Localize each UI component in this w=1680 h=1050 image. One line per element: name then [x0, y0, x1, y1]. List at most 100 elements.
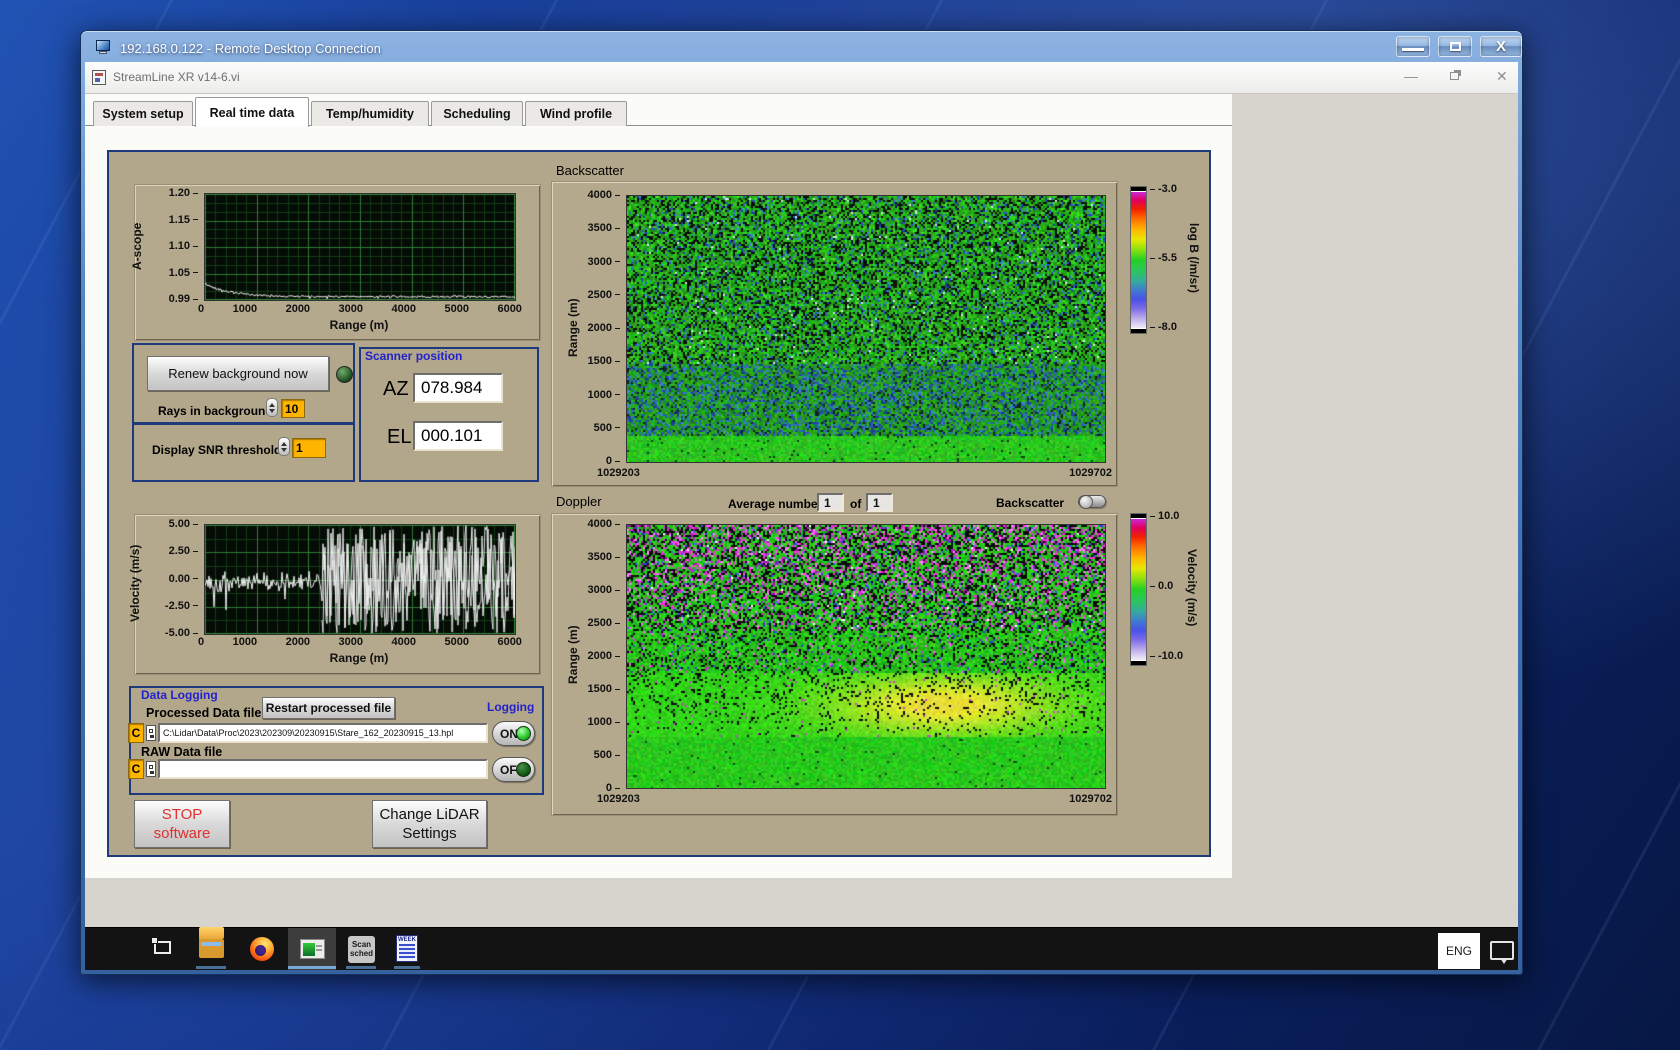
scanner-position-box	[359, 347, 539, 482]
ascope-x-axis-title: Range (m)	[329, 318, 389, 332]
processed-path-field[interactable]: C:\Lidar\Data\Proc\2023\202309\20230915\…	[158, 723, 488, 743]
rdp-close-button[interactable]: X	[1480, 36, 1522, 57]
ascope-y-axis-title: A-scope	[130, 222, 144, 270]
tick-label: -10.0	[1150, 650, 1183, 662]
tick-label: 3000	[338, 636, 364, 648]
doppler-title: Doppler	[556, 494, 602, 509]
stop-software-button[interactable]: STOP software	[134, 800, 230, 848]
doppler-x-end: 1029702	[1069, 793, 1112, 805]
tick-label: 4000	[588, 518, 620, 530]
file-explorer-running-indicator	[196, 966, 226, 969]
average-number-field[interactable]: 1	[817, 493, 844, 512]
action-center-icon[interactable]	[1490, 941, 1514, 964]
tick-label: 2000	[285, 303, 311, 315]
rdp-maximize-button[interactable]	[1438, 36, 1472, 57]
close-icon: X	[1495, 38, 1506, 55]
week-document-running-indicator	[394, 966, 420, 969]
raw-path-type-icon[interactable]	[146, 761, 156, 777]
snr-threshold-label: Display SNR threshold	[152, 443, 282, 457]
tick-label: 2500	[588, 289, 620, 301]
raw-path-field[interactable]	[158, 759, 488, 779]
rdp-window-title: 192.168.0.122 - Remote Desktop Connectio…	[120, 41, 381, 56]
backscatter-colorbar-title: log B (/m/sr)	[1187, 222, 1201, 293]
stop-line1: STOP	[161, 806, 203, 823]
labview-vi-icon	[92, 70, 106, 85]
language-indicator[interactable]: ENG	[1438, 933, 1480, 969]
processed-path-type-icon[interactable]	[146, 725, 156, 741]
doppler-heatmap-canvas	[626, 524, 1106, 789]
streamline-running-indicator	[288, 966, 336, 969]
doppler-colorbar-title: Velocity (m/s)	[1185, 549, 1199, 627]
tick-label: 2000	[285, 636, 311, 648]
ascope-x-axis: 0 1000 2000 3000 4000 5000 6000	[198, 303, 522, 315]
rays-in-background-label: Rays in background	[158, 404, 273, 418]
scan-scheduler-running-indicator	[346, 966, 376, 969]
backscatter-x-end: 1029702	[1069, 467, 1112, 479]
tick-label: 5000	[444, 303, 469, 315]
tick-label: 1000	[232, 636, 258, 648]
tick-label: 0.00	[169, 573, 198, 585]
backscatter-x-axis: 1029203 1029702	[597, 467, 1112, 479]
processed-logging-switch[interactable]: ON	[492, 721, 535, 746]
backscatter-heatmap-canvas	[626, 195, 1106, 463]
scan-scheduler-icon[interactable]: Scan sched	[348, 936, 375, 963]
snr-value-field[interactable]: 1	[292, 438, 326, 458]
firefox-icon[interactable]	[250, 937, 274, 961]
velocity-y-axis-title: Velocity (m/s)	[128, 544, 142, 622]
tick-label: 2000	[588, 650, 620, 662]
app-minimize-button[interactable]: —	[1404, 69, 1418, 83]
velocity-x-axis-title: Range (m)	[329, 651, 389, 665]
restart-processed-file-button[interactable]: Restart processed file	[262, 697, 395, 719]
snr-spinner[interactable]	[278, 437, 290, 456]
tick-label: 500	[594, 749, 620, 761]
tick-label: 1500	[588, 683, 620, 695]
app-titlebar	[85, 62, 1518, 94]
tick-label: 0	[198, 303, 205, 315]
rdp-minimize-button[interactable]	[1396, 36, 1430, 57]
backscatter-title: Backscatter	[556, 163, 624, 178]
tab-scheduling[interactable]: Scheduling	[431, 101, 523, 126]
raw-drive-selector[interactable]: C	[128, 759, 144, 779]
renew-background-button[interactable]: Renew background now	[147, 356, 329, 391]
tick-label: 3000	[588, 584, 620, 596]
tick-label: 1.10	[169, 240, 198, 252]
of-label: of	[850, 497, 862, 511]
backscatter-toggle-switch[interactable]	[1078, 495, 1106, 509]
desktop: 192.168.0.122 - Remote Desktop Connectio…	[0, 0, 1680, 1050]
week-document-icon[interactable]: WEEK	[396, 935, 418, 962]
app-close-button[interactable]: ✕	[1496, 69, 1508, 83]
rdp-icon	[96, 40, 113, 54]
tick-label: 2.50	[169, 545, 198, 557]
tick-label: 5.00	[169, 518, 198, 530]
tick-label: 5000	[444, 636, 469, 648]
tick-label: 4000	[588, 189, 620, 201]
processed-drive-selector[interactable]: C	[128, 723, 144, 743]
tick-label: 1000	[232, 303, 258, 315]
velocity-plot-canvas	[204, 524, 516, 635]
tick-label: 1.15	[169, 214, 198, 226]
tick-label: 0	[606, 455, 620, 467]
el-value-field: 000.101	[413, 421, 503, 451]
rays-value-field[interactable]: 10	[281, 399, 305, 418]
raw-logging-switch[interactable]: OFF	[492, 757, 535, 782]
tab-system-setup[interactable]: System setup	[93, 101, 193, 126]
tab-wind-profile[interactable]: Wind profile	[525, 101, 627, 126]
tick-label: 0	[198, 636, 205, 648]
change-lidar-settings-button[interactable]: Change LiDAR Settings	[372, 800, 487, 848]
tab-temp-humidity[interactable]: Temp/humidity	[311, 101, 429, 126]
tick-label: -8.0	[1150, 321, 1177, 333]
backscatter-colorbar-ticks: -3.0 -5.5 -8.0	[1150, 183, 1177, 333]
tick-label: 1000	[588, 716, 620, 728]
doppler-colorbar	[1130, 513, 1147, 666]
restore-icon	[1450, 72, 1459, 80]
backscatter-y-axis: 4000 3500 3000 2500 2000 1500 1000 500 0	[556, 189, 620, 467]
tab-real-time-data[interactable]: Real time data	[195, 97, 309, 127]
data-logging-title: Data Logging	[141, 688, 218, 702]
rays-spinner[interactable]	[266, 398, 278, 417]
maximize-icon	[1449, 42, 1461, 51]
tick-label: 1500	[588, 355, 620, 367]
tick-label: 3000	[338, 303, 364, 315]
streamline-app-icon[interactable]	[300, 939, 325, 959]
average-total-field[interactable]: 1	[866, 493, 893, 512]
tick-label: 6000	[497, 303, 522, 315]
